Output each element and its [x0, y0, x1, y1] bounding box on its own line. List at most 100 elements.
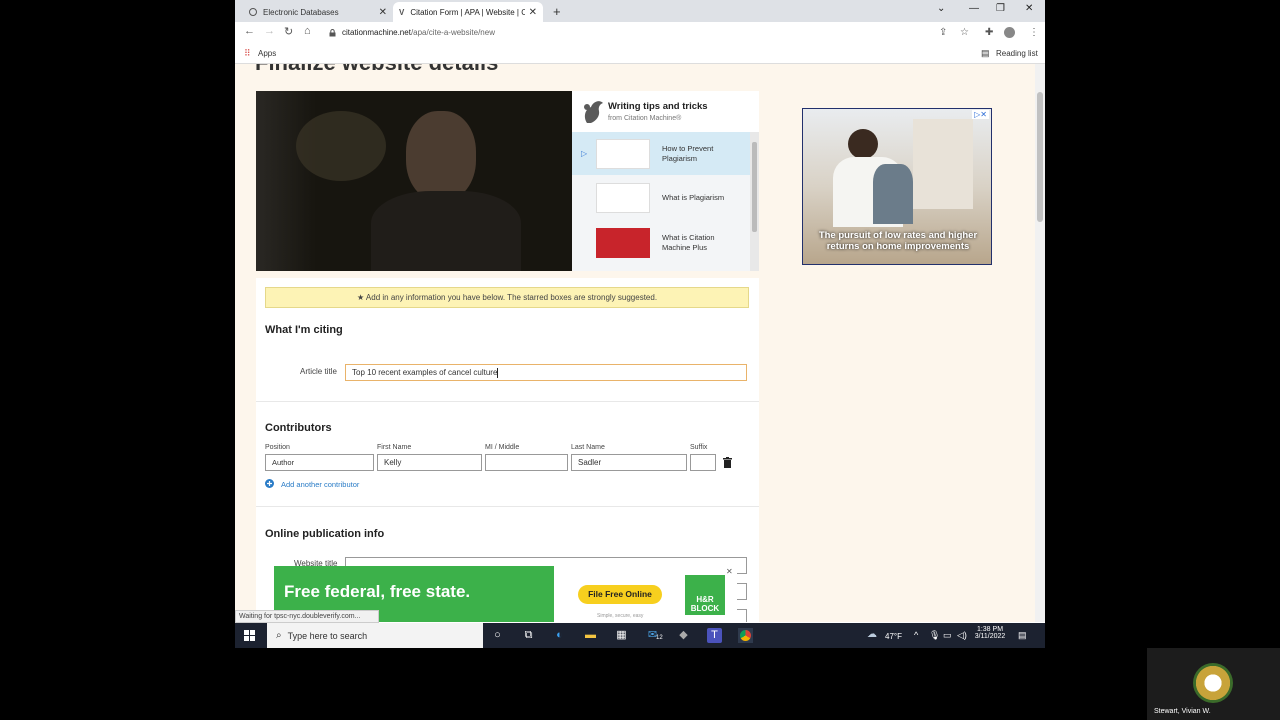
add-contributor-link[interactable]: Add another contributor [281, 480, 359, 489]
apps-bookmark[interactable]: Apps [258, 49, 276, 58]
last-name-value: Sadler [578, 458, 602, 467]
suffix-input[interactable] [690, 454, 716, 471]
plus-circle-icon [265, 479, 274, 488]
clock-date: 3/11/2022 [974, 633, 1006, 640]
position-select[interactable]: Author [265, 454, 374, 471]
tab-search-icon[interactable]: ⌄ [937, 3, 945, 14]
ad-banner-top[interactable]: ▷✕ The pursuit of low rates and higher r… [802, 108, 992, 265]
search-placeholder: Type here to search [287, 630, 368, 641]
divider [256, 506, 759, 507]
task-view-icon[interactable]: ⧉ [521, 628, 536, 643]
close-icon[interactable]: ✕ [379, 7, 387, 18]
tip-item-what-is-plagiarism[interactable]: What is Plagiarism [572, 176, 750, 219]
ad-headline: Free federal, free state. [284, 582, 471, 601]
trash-icon[interactable] [723, 457, 732, 468]
tip-item-prevent-plagiarism[interactable]: ▷ How to Prevent Plagiarism [572, 132, 750, 175]
chrome-icon[interactable] [738, 628, 753, 643]
teams-icon[interactable]: T [707, 628, 722, 643]
tab-title: Electronic Databases [263, 7, 339, 17]
microphone-icon[interactable]: 🎙 [929, 630, 940, 641]
position-label: Position [265, 444, 290, 451]
weather-temp: 47°F [885, 632, 902, 641]
apps-grid-icon: ⠿ [244, 48, 251, 58]
tab-strip: Electronic Databases ✕ V Citation Form |… [235, 0, 1045, 22]
first-name-value: Kelly [384, 458, 402, 467]
menu-icon[interactable]: ⋮ [1029, 27, 1039, 38]
reading-list-button[interactable]: Reading list [996, 49, 1038, 58]
star-icon[interactable]: ☆ [960, 27, 969, 38]
tips-scrollbar[interactable] [750, 132, 759, 271]
extensions-icon[interactable]: ✚ [985, 27, 993, 38]
volume-icon[interactable]: ◁) [957, 630, 967, 641]
first-name-label: First Name [377, 444, 412, 451]
cortana-icon[interactable]: ○ [490, 628, 505, 643]
ad-person-head [848, 129, 878, 159]
last-name-input[interactable]: Sadler [571, 454, 687, 471]
article-title-input[interactable]: Top 10 recent examples of cancel culture [345, 364, 747, 381]
suffix-label: Suffix [690, 444, 708, 451]
minimize-icon[interactable]: — [969, 3, 979, 14]
tab-electronic-databases[interactable]: Electronic Databases ✕ [243, 2, 393, 22]
home-icon[interactable]: ⌂ [304, 25, 311, 37]
clock[interactable]: 1:38 PM 3/11/2022 [973, 626, 1007, 640]
lock-icon [329, 28, 336, 36]
new-tab-icon[interactable]: + [553, 4, 561, 19]
edge-icon[interactable]: ◐ [552, 628, 567, 643]
address-bar[interactable]: citationmachine.net/apa/cite-a-website/n… [325, 24, 965, 41]
network-icon[interactable]: ▭ [943, 630, 952, 641]
tips-panel: Writing tips and tricks from Citation Ma… [572, 91, 759, 271]
page-content: Finalize website details Writing tips an… [235, 64, 1035, 622]
notifications-icon[interactable]: ▤ [1018, 630, 1027, 641]
video-frame-lamp [296, 111, 386, 181]
close-icon[interactable]: ✕ [529, 7, 537, 18]
section-title-what-citing: What I'm citing [265, 324, 343, 336]
taskbar-search[interactable]: ⌕ Type here to search [267, 623, 483, 648]
url-host: citationmachine.net [342, 28, 411, 37]
tip-label: What is Plagiarism [662, 192, 725, 202]
ad-choices-icon[interactable]: ▷✕ [972, 110, 989, 119]
play-icon: ▷ [581, 149, 588, 158]
tips-title: Writing tips and tricks [608, 101, 708, 112]
first-name-input[interactable]: Kelly [377, 454, 482, 471]
middle-name-input[interactable] [485, 454, 568, 471]
file-free-online-button[interactable]: File Free Online [578, 585, 662, 604]
store-icon[interactable]: ▦ [614, 628, 629, 643]
windows-start-icon[interactable] [244, 630, 255, 641]
profile-icon[interactable] [1004, 27, 1015, 38]
ad-close-icon[interactable]: ✕ [726, 567, 733, 576]
chevron-up-icon[interactable]: ^ [914, 630, 918, 640]
ad-person-2 [873, 164, 913, 224]
ad-fine-print: Simple, secure, easy [597, 613, 644, 619]
app-icon[interactable]: ◆ [676, 628, 691, 643]
video-frame-face [406, 111, 476, 201]
article-title-label: Article title [300, 367, 337, 376]
forward-icon[interactable]: → [264, 25, 275, 37]
page-scroll-thumb[interactable] [1037, 92, 1043, 222]
ad-window-graphic [913, 119, 973, 209]
restore-icon[interactable]: ❐ [996, 3, 1005, 14]
tip-thumbnail [596, 138, 650, 169]
citation-machine-icon: V [399, 7, 405, 17]
windows-taskbar: ⌕ Type here to search ○ ⧉ ◐ ▬ ▦ ✉ 12 ◆ T… [235, 623, 1045, 648]
divider [256, 401, 759, 402]
page-title: Finalize website details [255, 64, 498, 76]
mail-badge: 12 [656, 635, 663, 641]
squirrel-icon [584, 101, 603, 123]
participant-tile[interactable]: Stewart, Vivian W. [1147, 648, 1280, 720]
share-icon[interactable]: ⇪ [939, 27, 947, 38]
globe-icon [249, 8, 257, 16]
participant-avatar [1193, 663, 1233, 703]
tip-item-citation-machine-plus[interactable]: What is Citation Machine Plus [572, 221, 750, 264]
video-player[interactable] [256, 91, 572, 271]
tips-subtitle: from Citation Machine® [608, 115, 682, 122]
tab-citation-form[interactable]: V Citation Form | APA | Website | C ✕ [393, 2, 543, 22]
video-frame-body [371, 191, 521, 271]
reload-icon[interactable]: ↻ [284, 25, 293, 38]
tab-title: Citation Form | APA | Website | C [410, 7, 525, 17]
close-window-icon[interactable]: ✕ [1025, 3, 1033, 14]
position-value: Author [272, 458, 295, 467]
file-explorer-icon[interactable]: ▬ [583, 628, 598, 643]
section-title-contributors: Contributors [265, 422, 332, 434]
back-icon[interactable]: ← [244, 25, 255, 37]
tips-scroll-thumb[interactable] [752, 142, 757, 232]
